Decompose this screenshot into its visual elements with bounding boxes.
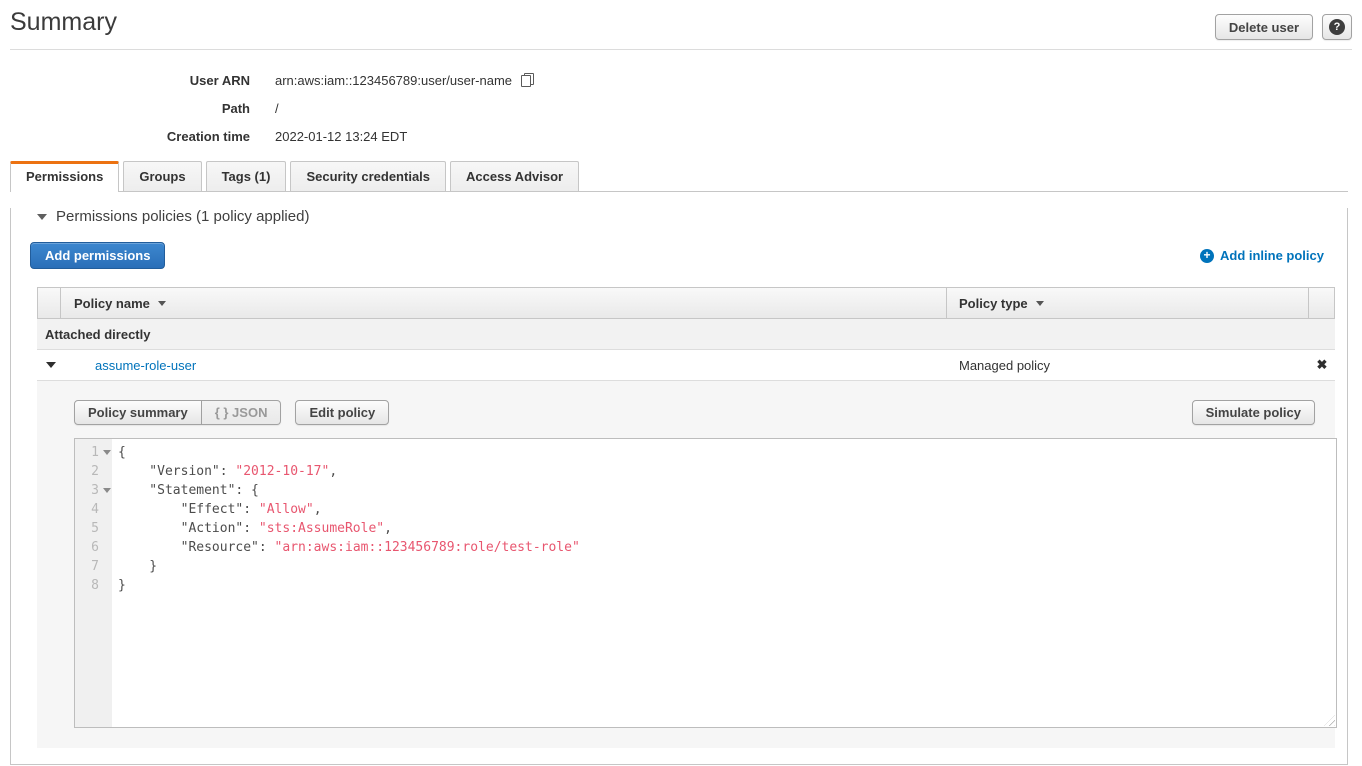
user-arn-row: User ARN arn:aws:iam::123456789:user/use… [0, 73, 1362, 87]
view-buttons: Policy summary { } JSON Edit policy [74, 400, 389, 425]
help-button[interactable]: ? [1322, 14, 1352, 40]
attached-directly-group-row: Attached directly [37, 319, 1335, 350]
sort-caret-icon [158, 301, 166, 306]
line-number: 3 [75, 481, 112, 500]
user-arn-label: User ARN [0, 73, 250, 88]
add-permissions-button[interactable]: Add permissions [30, 242, 165, 269]
code-line: } [118, 576, 1336, 595]
line-number: 2 [75, 462, 112, 481]
user-summary-info: User ARN arn:aws:iam::123456789:user/use… [0, 73, 1362, 143]
policy-summary-button[interactable]: Policy summary [74, 400, 202, 425]
add-inline-policy-link[interactable]: + Add inline policy [1200, 248, 1324, 263]
policy-type-header-label: Policy type [959, 296, 1028, 311]
code-line: { [118, 443, 1336, 462]
expand-caret-icon [46, 362, 56, 368]
line-number: 6 [75, 538, 112, 557]
creation-time-value: 2022-01-12 13:24 EDT [275, 129, 407, 144]
policy-name-column-header[interactable]: Policy name [61, 288, 946, 318]
code-line: "Statement": { [118, 481, 1336, 500]
row-expand-toggle[interactable] [37, 362, 61, 368]
json-view-button[interactable]: { } JSON [202, 400, 282, 425]
tab-bar: Permissions Groups Tags (1) Security cre… [10, 161, 1348, 192]
policy-table-row: assume-role-user Managed policy ✖ [37, 350, 1335, 381]
line-number: 8 [75, 576, 112, 595]
policy-controls: Add permissions + Add inline policy [30, 242, 1324, 269]
fold-caret-icon[interactable] [103, 450, 111, 455]
tab-groups[interactable]: Groups [123, 161, 201, 191]
permissions-tab-panel: Permissions policies (1 policy applied) … [10, 208, 1348, 765]
line-number: 5 [75, 519, 112, 538]
creation-time-row: Creation time 2022-01-12 13:24 EDT [0, 129, 1362, 143]
policy-name-link[interactable]: assume-role-user [95, 358, 196, 373]
policy-table: Policy name Policy type Attached directl… [37, 287, 1335, 748]
help-icon: ? [1329, 19, 1345, 35]
policy-type-column-header[interactable]: Policy type [946, 288, 1308, 318]
line-number: 7 [75, 557, 112, 576]
code-line: "Effect": "Allow", [118, 500, 1336, 519]
header-divider [10, 49, 1352, 50]
group-row-label: Attached directly [45, 327, 150, 342]
path-value: / [275, 101, 279, 116]
code-line: "Action": "sts:AssumeRole", [118, 519, 1336, 538]
permissions-policies-section-header[interactable]: Permissions policies (1 policy applied) [37, 208, 1347, 225]
policy-type-cell: Managed policy [947, 358, 1309, 373]
editor-line-number-gutter: 12345678 [75, 439, 112, 727]
policy-name-cell: assume-role-user [61, 358, 947, 373]
editor-code-area[interactable]: { "Version": "2012-10-17", "Statement": … [112, 439, 1336, 727]
path-row: Path / [0, 101, 1362, 115]
creation-time-label: Creation time [0, 129, 250, 144]
page-header: Summary Delete user ? [0, 0, 1362, 40]
fold-caret-icon[interactable] [103, 488, 111, 493]
page-title: Summary [10, 8, 117, 37]
tab-access-advisor[interactable]: Access Advisor [450, 161, 579, 191]
simulate-policy-button[interactable]: Simulate policy [1192, 400, 1315, 425]
copy-icon[interactable] [521, 73, 534, 87]
policy-json-editor[interactable]: 12345678 { "Version": "2012-10-17", "Sta… [74, 438, 1337, 728]
permissions-policies-heading: Permissions policies (1 policy applied) [56, 208, 309, 225]
policy-table-header: Policy name Policy type [37, 287, 1335, 319]
collapse-caret-icon [37, 214, 47, 220]
delete-user-button[interactable]: Delete user [1215, 14, 1313, 40]
code-line: "Resource": "arn:aws:iam::123456789:role… [118, 538, 1336, 557]
tab-permissions[interactable]: Permissions [10, 161, 119, 192]
plus-circle-icon: + [1200, 249, 1214, 263]
path-label: Path [0, 101, 250, 116]
user-arn-value: arn:aws:iam::123456789:user/user-name [275, 73, 512, 88]
line-number: 4 [75, 500, 112, 519]
add-inline-policy-label: Add inline policy [1220, 248, 1324, 263]
sort-caret-icon [1036, 301, 1044, 306]
detach-policy-icon[interactable]: ✖ [1317, 357, 1328, 372]
policy-detail-expanded-area: Policy summary { } JSON Edit policy Simu… [37, 381, 1335, 748]
policy-name-header-label: Policy name [74, 296, 150, 311]
tab-security-credentials[interactable]: Security credentials [290, 161, 446, 191]
policy-detail-toolbar: Policy summary { } JSON Edit policy Simu… [74, 400, 1315, 425]
header-actions: Delete user ? [1215, 14, 1352, 40]
policy-view-button-group: Policy summary { } JSON [74, 400, 281, 425]
policy-actions-cell: ✖ [1309, 357, 1335, 373]
code-line: } [118, 557, 1336, 576]
edit-policy-button[interactable]: Edit policy [295, 400, 389, 425]
actions-column-header [1308, 288, 1334, 318]
tab-tags[interactable]: Tags (1) [206, 161, 287, 191]
expand-column-header [38, 288, 61, 318]
code-line: "Version": "2012-10-17", [118, 462, 1336, 481]
line-number: 1 [75, 443, 112, 462]
